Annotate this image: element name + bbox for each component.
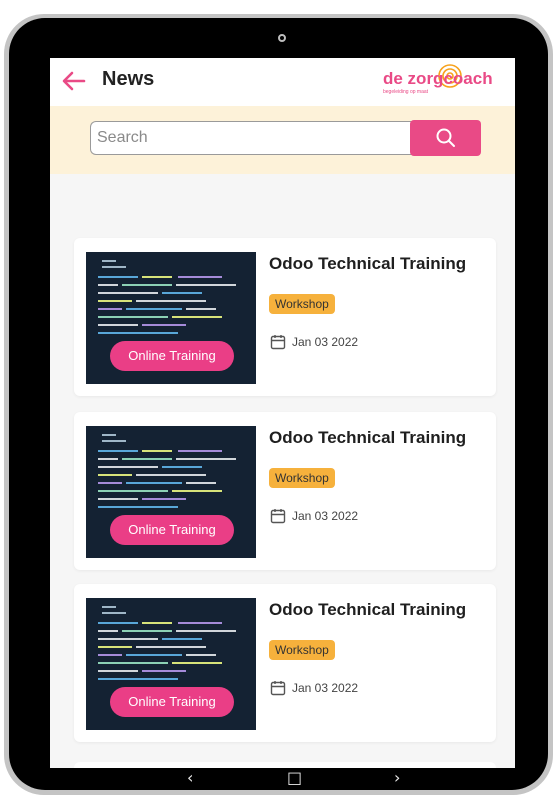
search-button[interactable] xyxy=(410,120,481,156)
brand-logo: de zorgcoach begeleiding op maat xyxy=(383,64,493,95)
online-training-badge: Online Training xyxy=(110,687,234,717)
arrow-left-icon[interactable] xyxy=(58,66,90,96)
calendar-icon xyxy=(270,335,286,350)
category-tag: Workshop xyxy=(269,468,335,488)
online-training-badge: Online Training xyxy=(110,515,234,545)
card-thumbnail: Online Training xyxy=(86,252,256,384)
camera-icon xyxy=(278,34,286,42)
card-thumbnail: Online Training xyxy=(86,426,256,558)
news-card[interactable]: Online Training Odoo Technical Training … xyxy=(74,412,496,570)
card-date: Jan 03 2022 xyxy=(292,681,359,695)
top-bar: News de zorgcoach begeleiding op maat xyxy=(50,58,515,106)
category-tag: Workshop xyxy=(269,294,335,314)
calendar-icon xyxy=(270,509,286,524)
category-tag: Workshop xyxy=(269,640,335,660)
nav-home-button[interactable]: □ xyxy=(287,768,302,787)
card-thumbnail: Online Training xyxy=(86,598,256,730)
card-title: Odoo Technical Training xyxy=(269,254,467,273)
news-card[interactable]: Online Training Odoo Technical Training … xyxy=(74,584,496,742)
nav-recents-button[interactable]: › xyxy=(394,768,400,787)
card-title: Odoo Technical Training xyxy=(269,600,467,619)
app-screen: News de zorgcoach begeleiding op maat Se… xyxy=(50,58,515,768)
search-icon xyxy=(436,128,455,147)
card-date: Jan 03 2022 xyxy=(292,509,359,523)
system-nav-bar: ‹ □ › xyxy=(50,766,515,791)
calendar-icon xyxy=(270,681,286,696)
online-training-badge: Online Training xyxy=(110,341,234,371)
logo-text: de zorgcoach xyxy=(383,69,493,88)
nav-back-button[interactable]: ‹ xyxy=(187,768,193,787)
card-title: Odoo Technical Training xyxy=(269,428,467,447)
card-date: Jan 03 2022 xyxy=(292,335,359,349)
search-input[interactable] xyxy=(90,121,412,155)
logo-tagline: begeleiding op maat xyxy=(383,89,429,95)
page-title: News xyxy=(102,68,155,90)
search-bar xyxy=(50,106,515,174)
news-card[interactable]: Online Training Odoo Technical Training … xyxy=(74,238,496,396)
